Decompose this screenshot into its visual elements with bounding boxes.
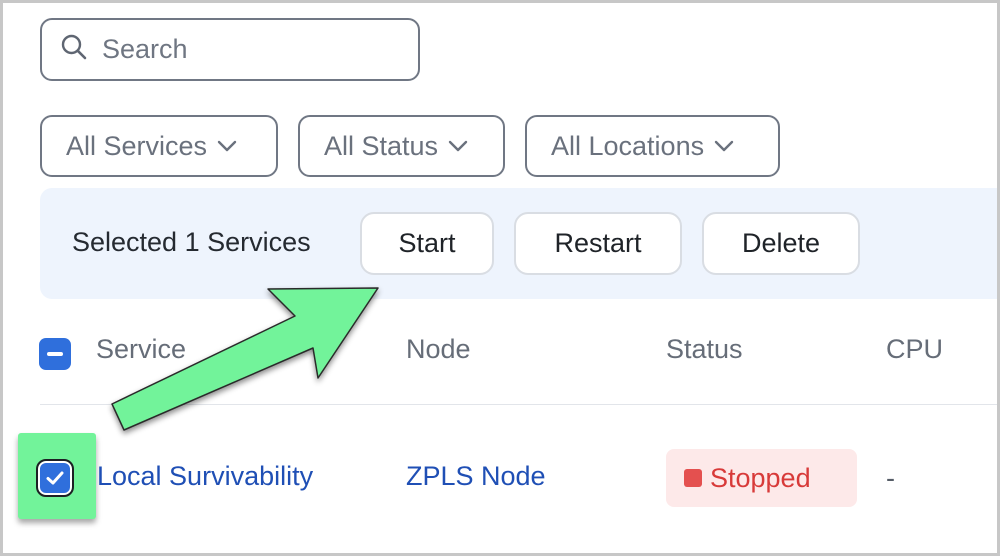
stopped-status-icon [684, 469, 702, 487]
restart-button[interactable]: Restart [514, 212, 682, 275]
filter-services-dropdown[interactable]: All Services [40, 115, 278, 177]
cpu-value: - [886, 463, 895, 493]
filter-locations-label: All Locations [551, 130, 705, 161]
service-name-link[interactable]: Local Survivability [97, 461, 313, 492]
node-name-link[interactable]: ZPLS Node [406, 461, 546, 492]
column-header-node[interactable]: Node [406, 334, 471, 365]
filter-locations-dropdown[interactable]: All Locations [525, 115, 780, 177]
column-header-status[interactable]: Status [666, 334, 743, 365]
status-badge: Stopped [666, 449, 857, 507]
filter-status-dropdown[interactable]: All Status [298, 115, 505, 177]
column-header-cpu[interactable]: CPU [886, 334, 943, 365]
search-input[interactable] [100, 33, 404, 66]
checkmark-icon [46, 471, 64, 485]
status-badge-text: Stopped [710, 462, 811, 493]
filter-services-label: All Services [66, 130, 208, 161]
chevron-down-icon [714, 140, 734, 152]
selection-count-text: Selected 1 Services [72, 227, 311, 257]
column-header-service[interactable]: Service [96, 334, 186, 365]
table-header: Service Node Status CPU [0, 320, 1000, 384]
row-checkbox[interactable] [36, 459, 74, 497]
filter-status-label: All Status [324, 130, 439, 161]
delete-button[interactable]: Delete [702, 212, 860, 275]
search-box[interactable] [40, 18, 420, 81]
search-icon [60, 33, 88, 66]
chevron-down-icon [448, 140, 468, 152]
select-all-checkbox[interactable] [39, 338, 71, 370]
bulk-action-bar: Selected 1 Services Start Restart Delete [40, 188, 1000, 299]
chevron-down-icon [217, 140, 237, 152]
start-button[interactable]: Start [360, 212, 494, 275]
header-divider [40, 404, 1000, 405]
